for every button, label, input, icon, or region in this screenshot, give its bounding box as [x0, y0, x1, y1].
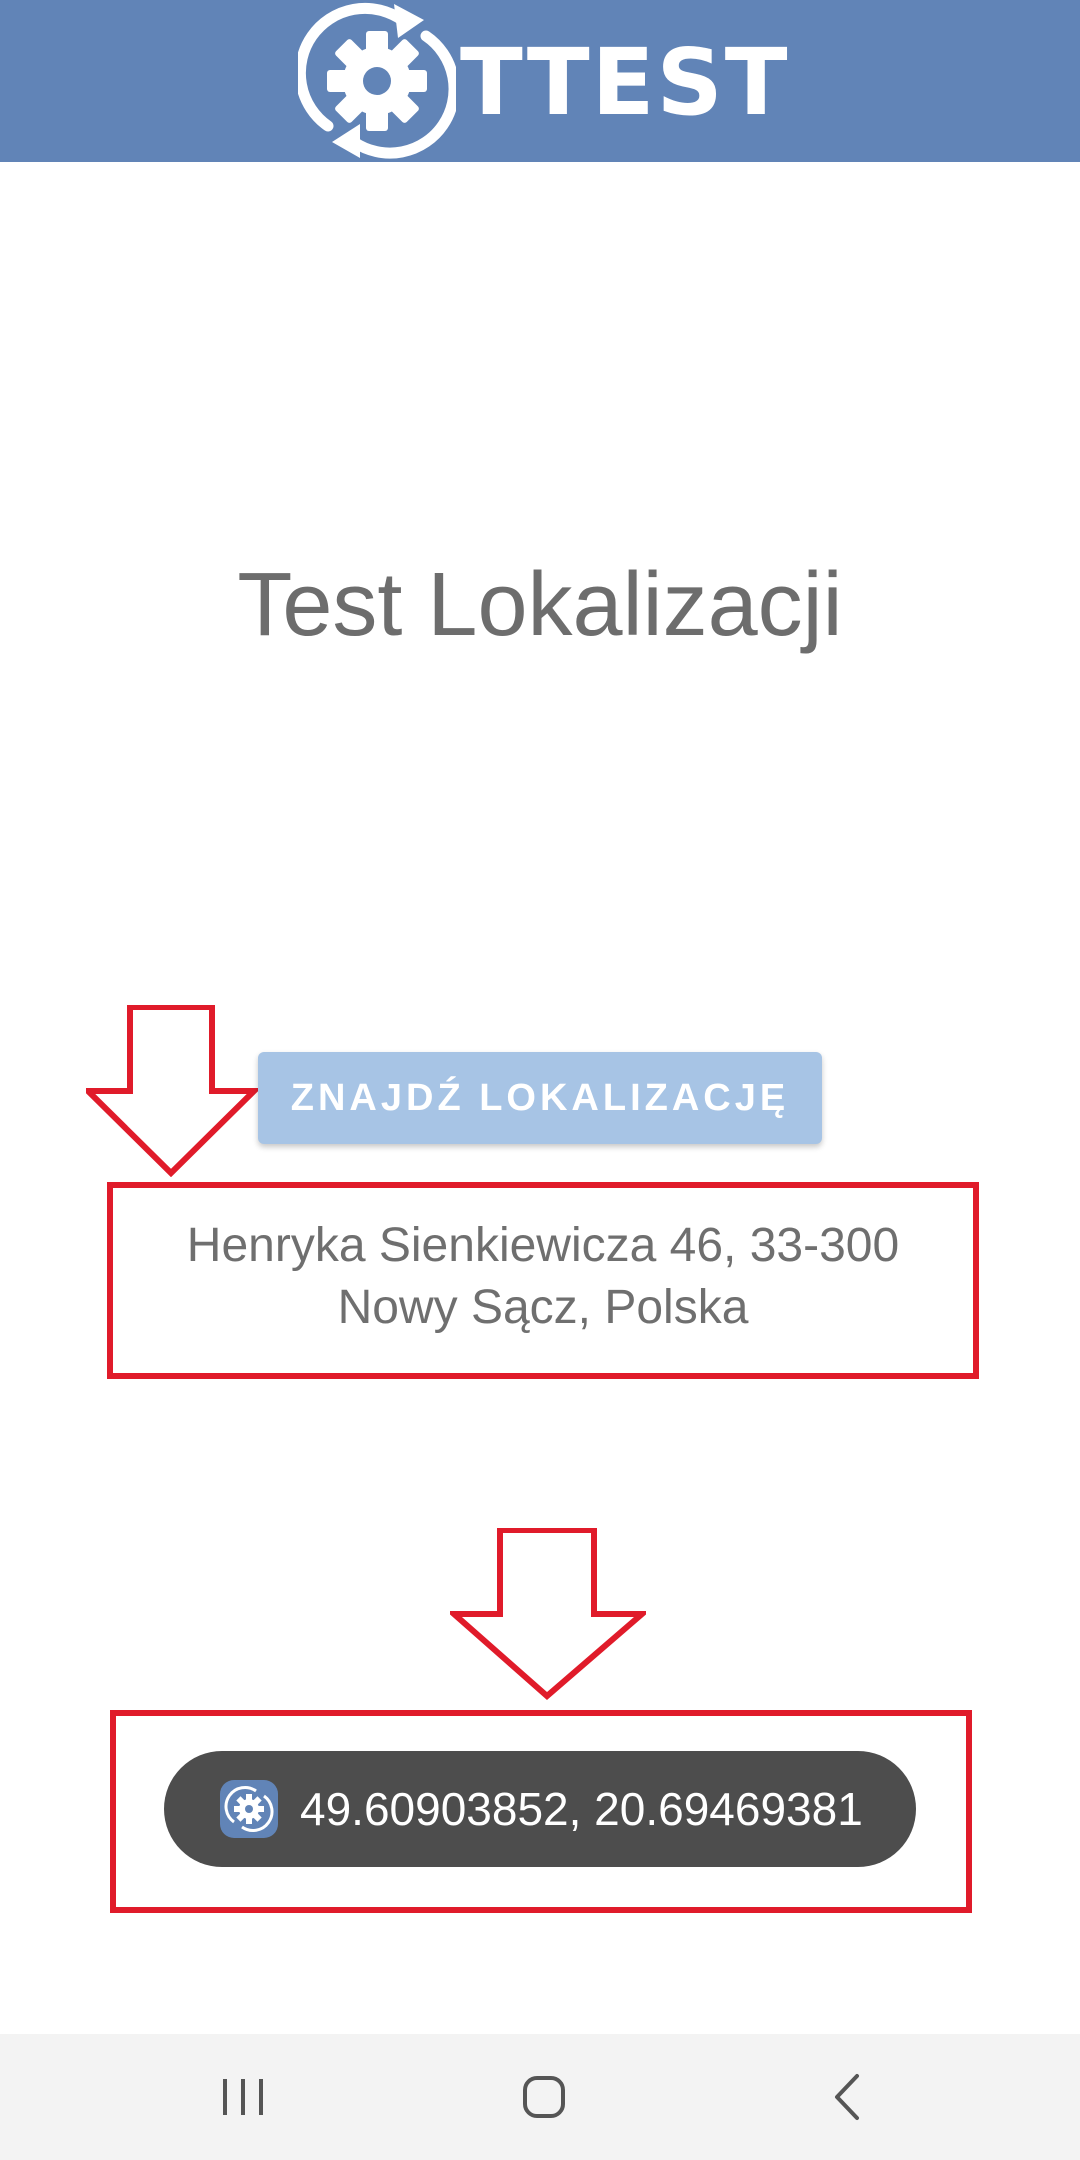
- system-navigation-bar: [0, 2034, 1080, 2160]
- address-line-city: Nowy Sącz, Polska: [337, 1281, 749, 1334]
- down-arrow-icon: [86, 1005, 258, 1177]
- app-header: TTEST: [0, 0, 1080, 162]
- address-text: Henryka Sienkiewicza 46, 33-300 Nowy Sąc…: [107, 1215, 979, 1339]
- back-icon[interactable]: [813, 2062, 883, 2132]
- find-location-button[interactable]: ZNAJDŹ LOKALIZACJĘ: [258, 1052, 822, 1144]
- home-icon[interactable]: [509, 2062, 579, 2132]
- logo-text: TTEST: [460, 29, 790, 136]
- coordinates-text: 49.60903852, 20.69469381: [300, 1783, 863, 1835]
- app-logo: TTEST: [298, 0, 787, 162]
- down-arrow-icon: [450, 1528, 646, 1700]
- address-line-street: Henryka Sienkiewicza 46, 33-300: [186, 1219, 900, 1272]
- app-gear-icon: [220, 1780, 278, 1838]
- coordinates-toast: 49.60903852, 20.69469381: [164, 1751, 916, 1867]
- page-title: Test Lokalizacji: [237, 555, 843, 655]
- gear-sync-icon: [298, 2, 456, 159]
- recent-apps-icon[interactable]: [208, 2062, 278, 2132]
